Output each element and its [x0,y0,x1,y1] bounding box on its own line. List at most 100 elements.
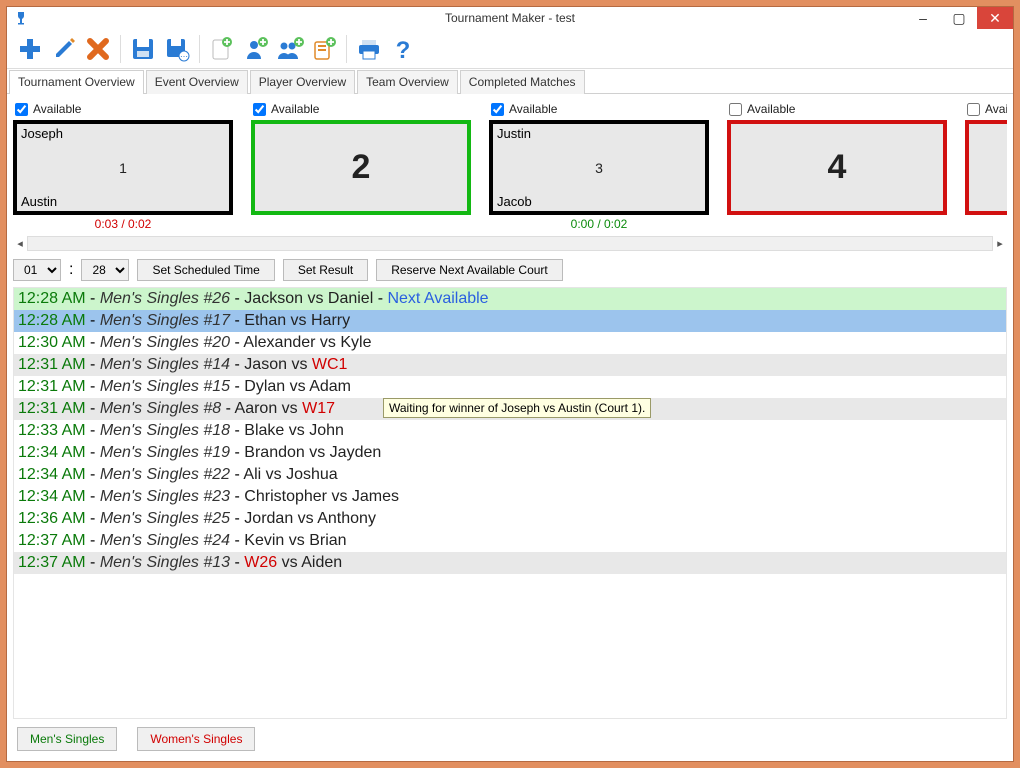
available-checkbox-input[interactable] [967,103,980,116]
available-checkbox-input[interactable] [491,103,504,116]
match-warn: W17 [302,400,335,417]
available-checkbox[interactable]: Available [489,100,709,120]
hour-select[interactable]: 01 [13,259,61,281]
match-vs: Brandon vs Jayden [244,444,381,461]
scroll-right-icon[interactable]: ▸ [993,237,1007,250]
court-number: 1 [119,160,127,176]
add-match-icon[interactable] [307,32,341,66]
new-doc-icon[interactable] [205,32,239,66]
match-event: Men's Singles #23 [100,488,230,505]
minute-select[interactable]: 28 [81,259,129,281]
match-row[interactable]: 12:34 AM - Men's Singles #19 - Brandon v… [14,442,1006,464]
match-event: Men's Singles #14 [100,356,230,373]
match-time: 12:30 AM [18,334,86,351]
available-checkbox-input[interactable] [253,103,266,116]
match-vs: Aaron vs [235,400,303,417]
court-block: Available [965,100,1007,232]
match-row[interactable]: 12:28 AM - Men's Singles #26 - Jackson v… [14,288,1006,310]
delete-icon[interactable] [81,32,115,66]
match-event: Men's Singles #18 [100,422,230,439]
match-row[interactable]: 12:37 AM - Men's Singles #13 - W26 vs Ai… [14,552,1006,574]
tab-team-overview[interactable]: Team Overview [357,70,458,94]
match-event: Men's Singles #15 [100,378,230,395]
content-area: AvailableJosephAustin10:03 / 0:02Availab… [7,94,1013,761]
match-event: Men's Singles #25 [100,510,230,527]
court-timer: 0:00 / 0:02 [489,217,709,232]
tab-tournament-overview[interactable]: Tournament Overview [9,70,144,94]
set-scheduled-time-button[interactable]: Set Scheduled Time [137,259,274,281]
court-timer [251,217,471,232]
save-icon[interactable] [126,32,160,66]
match-row[interactable]: 12:34 AM - Men's Singles #23 - Christoph… [14,486,1006,508]
match-time: 12:34 AM [18,466,86,483]
court[interactable]: JustinJacob3 [489,120,709,215]
match-time: 12:28 AM [18,290,86,307]
courts-scrollbar[interactable]: ◂ ▸ [13,236,1007,251]
available-checkbox-input[interactable] [15,103,28,116]
available-checkbox[interactable]: Available [965,100,1007,120]
match-vs: Blake vs John [244,422,344,439]
match-warn: W26 [244,554,277,571]
court-block: Available 4 [727,100,947,232]
window-controls: – ▢ ✕ [905,7,1013,29]
match-row[interactable]: 12:28 AM - Men's Singles #17 - Ethan vs … [14,310,1006,332]
match-time: 12:31 AM [18,356,86,373]
save-as-icon[interactable]: ⋯ [160,32,194,66]
court[interactable] [965,120,1007,215]
match-event: Men's Singles #22 [100,466,230,483]
court-timer [727,217,947,232]
court[interactable]: JosephAustin1 [13,120,233,215]
available-label: Available [271,102,319,116]
match-row[interactable]: 12:31 AM - Men's Singles #15 - Dylan vs … [14,376,1006,398]
scroll-left-icon[interactable]: ◂ [13,237,27,250]
match-time: 12:34 AM [18,488,86,505]
event-filter-row: Men's Singles Women's Singles [13,719,1007,751]
reserve-next-court-button[interactable]: Reserve Next Available Court [376,259,563,281]
new-icon[interactable] [13,32,47,66]
separator [346,35,347,63]
court-timer [965,217,1007,232]
match-list[interactable]: 12:28 AM - Men's Singles #26 - Jackson v… [13,287,1007,719]
minimize-button[interactable]: – [905,7,941,29]
courts-row: AvailableJosephAustin10:03 / 0:02Availab… [13,100,1007,232]
match-vs: Ali vs Joshua [243,466,337,483]
match-time: 12:28 AM [18,312,86,329]
tab-completed-matches[interactable]: Completed Matches [460,70,585,94]
womens-singles-chip[interactable]: Women's Singles [137,727,255,751]
tab-player-overview[interactable]: Player Overview [250,70,355,94]
add-team-icon[interactable] [273,32,307,66]
match-row[interactable]: 12:30 AM - Men's Singles #20 - Alexander… [14,332,1006,354]
close-button[interactable]: ✕ [977,7,1013,29]
print-icon[interactable] [352,32,386,66]
available-checkbox-input[interactable] [729,103,742,116]
court[interactable]: 4 [727,120,947,215]
available-label: Available [747,102,795,116]
set-result-button[interactable]: Set Result [283,259,368,281]
match-row[interactable]: 12:34 AM - Men's Singles #22 - Ali vs Jo… [14,464,1006,486]
available-checkbox[interactable]: Available [251,100,471,120]
match-vs: vs Aiden [277,554,342,571]
edit-icon[interactable] [47,32,81,66]
mens-singles-chip[interactable]: Men's Singles [17,727,117,751]
available-checkbox[interactable]: Available [13,100,233,120]
match-time: 12:37 AM [18,532,86,549]
app-window: Tournament Maker - test – ▢ ✕ ⋯ [6,6,1014,762]
court[interactable]: 2 [251,120,471,215]
help-icon[interactable]: ? [386,32,420,66]
tooltip: Waiting for winner of Joseph vs Austin (… [383,398,651,418]
match-vs: Jason vs [244,356,312,373]
maximize-button[interactable]: ▢ [941,7,977,29]
svg-text:?: ? [396,37,411,62]
tab-event-overview[interactable]: Event Overview [146,70,248,94]
match-vs: Jackson vs Daniel [244,290,373,307]
court-block: AvailableJustinJacob3 0:00 / 0:02 [489,100,709,232]
match-row[interactable]: 12:31 AM - Men's Singles #14 - Jason vs … [14,354,1006,376]
match-row[interactable]: 12:37 AM - Men's Singles #24 - Kevin vs … [14,530,1006,552]
court-timer: 0:03 / 0:02 [13,217,233,232]
match-row[interactable]: 12:33 AM - Men's Singles #18 - Blake vs … [14,420,1006,442]
match-row[interactable]: 12:36 AM - Men's Singles #25 - Jordan vs… [14,508,1006,530]
add-player-icon[interactable] [239,32,273,66]
scrollbar-track[interactable] [27,236,993,251]
available-checkbox[interactable]: Available [727,100,947,120]
match-vs: Alexander vs Kyle [243,334,371,351]
